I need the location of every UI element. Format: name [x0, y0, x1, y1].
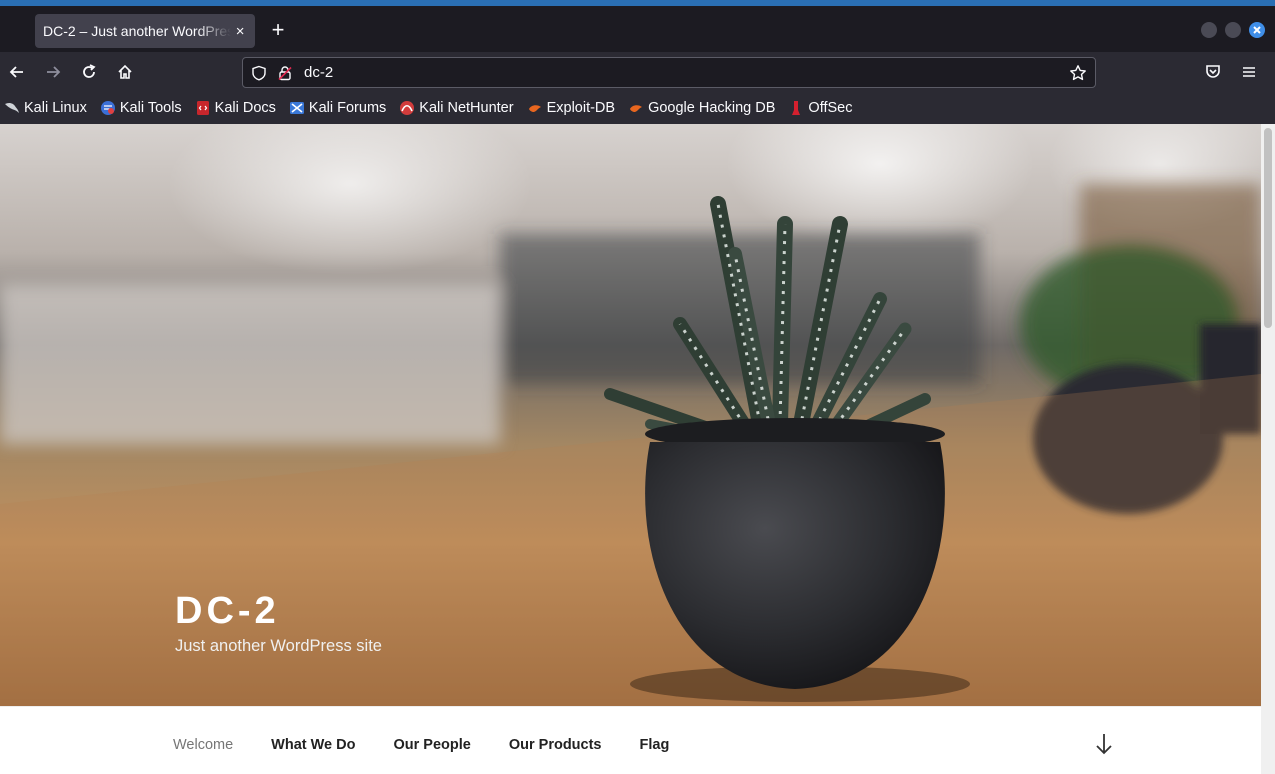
back-button[interactable]	[7, 62, 27, 82]
primary-menu: Welcome What We Do Our People Our Produc…	[173, 737, 707, 753]
bookmark-kali-forums[interactable]: Kali Forums	[289, 100, 386, 116]
window-close-button[interactable]	[1249, 22, 1265, 38]
scroll-down-button[interactable]	[1093, 731, 1115, 757]
menu-item-welcome[interactable]: Welcome	[173, 737, 233, 753]
tab-close-button[interactable]: ×	[233, 23, 247, 40]
app-menu-button[interactable]	[1239, 62, 1259, 82]
page-scrollbar[interactable]	[1261, 124, 1275, 774]
home-icon	[118, 64, 132, 79]
home-button[interactable]	[115, 62, 135, 82]
address-bar[interactable]: dc-2	[242, 57, 1096, 88]
kali-tools-icon	[100, 100, 116, 116]
site-navigation: Welcome What We Do Our People Our Produc…	[0, 706, 1261, 774]
bookmark-label: Google Hacking DB	[648, 100, 776, 116]
bookmark-kali-linux[interactable]: Kali Linux	[4, 100, 87, 116]
kali-forums-icon	[289, 100, 305, 116]
bookmark-label: Kali Tools	[119, 100, 182, 116]
bookmark-exploit-db[interactable]: Exploit-DB	[527, 100, 616, 116]
menu-item-our-products[interactable]: Our Products	[509, 737, 602, 753]
bookmark-label: Exploit-DB	[546, 100, 616, 116]
bookmark-label: Kali Docs	[214, 100, 276, 116]
url-text[interactable]: dc-2	[304, 64, 333, 81]
kali-docs-icon	[195, 100, 211, 116]
site-title[interactable]: DC-2	[175, 590, 280, 633]
new-tab-button[interactable]: +	[266, 19, 290, 41]
tracking-shield-icon[interactable]	[250, 64, 268, 82]
back-arrow-icon	[9, 66, 23, 78]
exploit-db-icon	[527, 100, 543, 116]
active-tab[interactable]: DC-2 – Just another WordPress site ×	[35, 14, 255, 48]
menu-item-flag[interactable]: Flag	[640, 737, 670, 753]
offsec-icon	[788, 100, 804, 116]
maximize-button[interactable]	[1225, 22, 1241, 38]
header-hero-image: DC-2 Just another WordPress site	[0, 124, 1261, 706]
bookmark-label: Kali Linux	[24, 100, 87, 116]
bookmark-google-hacking-db[interactable]: Google Hacking DB	[628, 100, 775, 116]
pocket-button[interactable]	[1203, 62, 1223, 82]
forward-arrow-icon	[47, 66, 61, 78]
bookmark-kali-tools[interactable]: Kali Tools	[100, 100, 182, 116]
menu-item-what-we-do[interactable]: What We Do	[271, 737, 355, 753]
bookmark-label: Kali NetHunter	[419, 100, 514, 116]
insecure-lock-icon[interactable]	[276, 64, 294, 82]
bookmark-offsec[interactable]: OffSec	[788, 100, 852, 116]
bookmark-label: OffSec	[808, 100, 853, 116]
reload-button[interactable]	[79, 62, 99, 82]
arrow-down-icon	[1096, 734, 1112, 755]
bookmark-star-icon[interactable]	[1069, 64, 1087, 82]
window-controls	[1201, 22, 1265, 38]
navigation-toolbar: dc-2	[0, 52, 1275, 92]
pocket-icon	[1206, 65, 1220, 78]
nethunter-icon	[399, 100, 415, 116]
bookmarks-toolbar: Kali Linux Kali Tools Kali Docs Kali For…	[0, 92, 1275, 124]
reload-icon	[83, 64, 96, 78]
minimize-button[interactable]	[1201, 22, 1217, 38]
scrollbar-thumb[interactable]	[1264, 128, 1272, 328]
close-icon	[1253, 26, 1261, 34]
page-viewport: DC-2 Just another WordPress site Welcome…	[0, 124, 1261, 774]
kali-dragon-icon	[4, 100, 20, 116]
ghdb-icon	[628, 100, 644, 116]
bookmark-kali-nethunter[interactable]: Kali NetHunter	[399, 100, 514, 116]
tab-title: DC-2 – Just another WordPress site	[43, 23, 232, 39]
tab-bar: DC-2 – Just another WordPress site × +	[0, 6, 1275, 52]
bookmark-label: Kali Forums	[308, 100, 387, 116]
menu-item-our-people[interactable]: Our People	[393, 737, 470, 753]
site-tagline: Just another WordPress site	[175, 637, 382, 655]
bookmark-kali-docs[interactable]: Kali Docs	[195, 100, 276, 116]
forward-button[interactable]	[43, 62, 63, 82]
hamburger-menu-icon	[1243, 67, 1255, 77]
